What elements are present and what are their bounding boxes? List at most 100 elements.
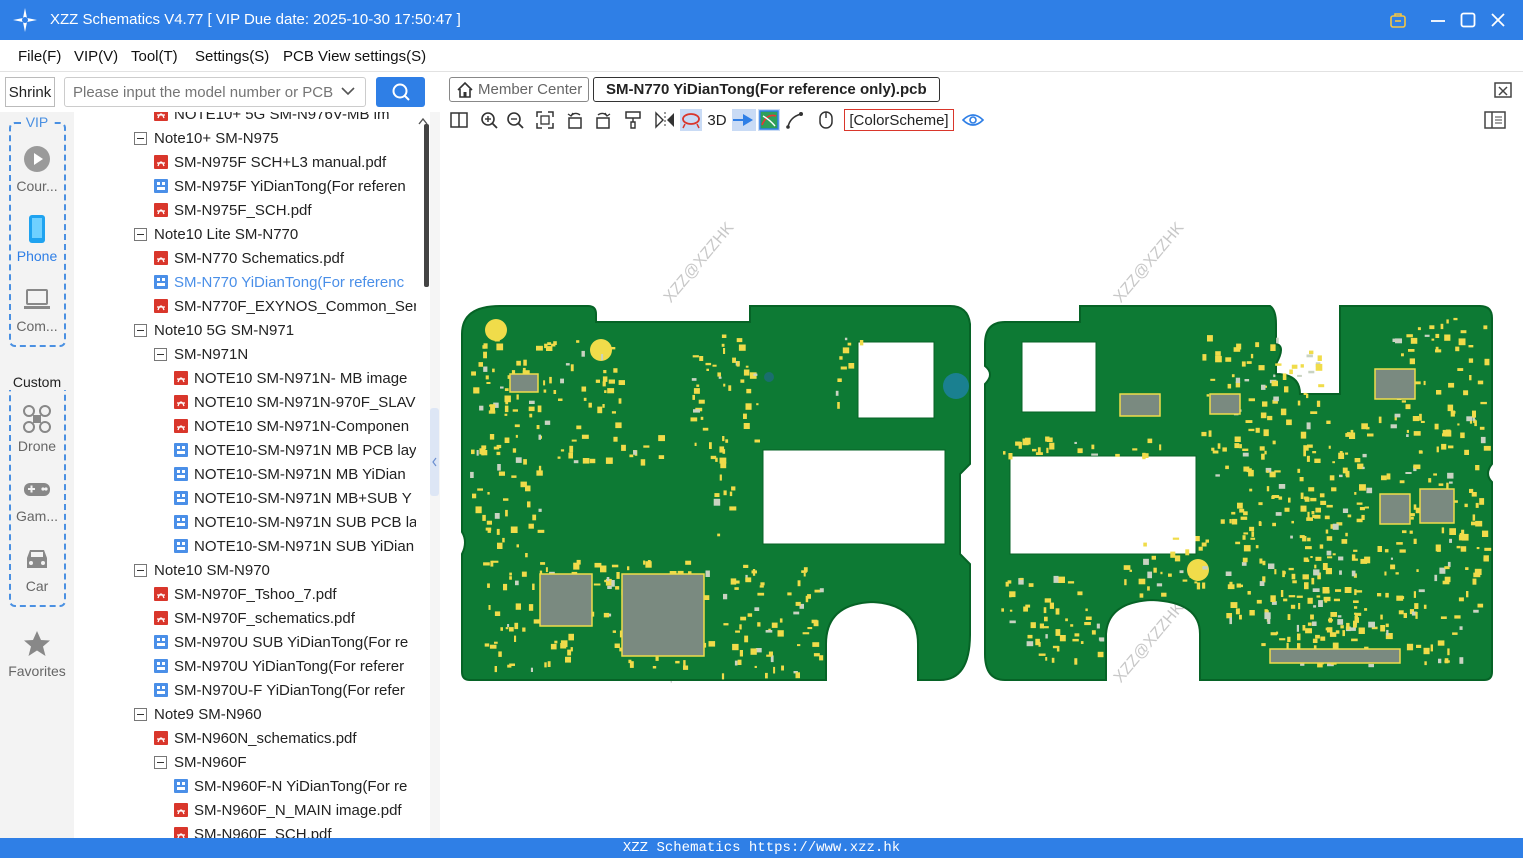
pcb-board-view[interactable] <box>440 134 1523 838</box>
tree-folder[interactable]: SM-N971N <box>154 342 248 366</box>
tree-file[interactable]: SM-N970F_Tshoo_7.pdf <box>154 582 337 606</box>
tree-file[interactable]: SM-N960N_schematics.pdf <box>154 726 357 750</box>
tree-folder[interactable]: Note10+ SM-N975 <box>134 126 279 150</box>
tree-file[interactable]: SM-N960F_N_MAIN image.pdf <box>174 798 402 822</box>
tree-file[interactable]: NOTE10 SM-N971N-Componen <box>174 414 409 438</box>
pad <box>1449 528 1456 535</box>
tab-member-center[interactable]: Member Center <box>449 77 590 102</box>
tree-folder[interactable]: Note9 SM-N960 <box>134 702 262 726</box>
pad <box>1354 492 1357 495</box>
zoom-out-button[interactable] <box>504 109 526 131</box>
tree-file[interactable]: SM-N970U YiDianTong(For referer <box>154 654 404 678</box>
tree-file[interactable]: SM-N975F YiDianTong(For referen <box>154 174 406 198</box>
chevron-down-icon[interactable] <box>340 83 356 99</box>
tab-active-file[interactable]: SM-N770 YiDianTong(For reference only).p… <box>593 77 940 102</box>
nav-game[interactable]: Gam... <box>0 474 74 524</box>
maximize-button[interactable] <box>1456 8 1480 32</box>
menu-tool[interactable]: Tool(T) <box>131 48 178 65</box>
tree-file[interactable]: NOTE10-SM-N971N SUB PCB la <box>174 510 416 534</box>
zoom-in-button[interactable] <box>478 109 500 131</box>
search-button[interactable] <box>376 77 425 107</box>
tree-file[interactable]: SM-N970U-F YiDianTong(For refer <box>154 678 405 702</box>
nav-phone[interactable]: Phone <box>0 214 74 264</box>
split-view-button[interactable] <box>448 109 470 131</box>
nav-favorites[interactable]: Favorites <box>0 629 74 679</box>
pad <box>571 439 577 442</box>
nav-drone[interactable]: Drone <box>0 404 74 454</box>
pad <box>536 345 543 351</box>
menu-pcb-view-settings[interactable]: PCB View settings(S) <box>283 48 426 65</box>
tree-folder[interactable]: Note10 5G SM-N971 <box>134 318 294 342</box>
menu-vip[interactable]: VIP(V) <box>74 48 118 65</box>
tree-folder[interactable]: Note10 SM-N970 <box>134 558 270 582</box>
rotate-left-button[interactable] <box>564 109 586 131</box>
minimize-button[interactable] <box>1426 8 1450 32</box>
nav-computer[interactable]: Com... <box>0 284 74 334</box>
mirror-button[interactable] <box>654 109 676 131</box>
close-all-tabs-button[interactable] <box>1492 79 1514 101</box>
vip-bag-icon[interactable] <box>1386 8 1410 32</box>
tree-file[interactable]: SM-N975F_SCH.pdf <box>154 198 312 222</box>
tree-file[interactable]: SM-N960F_SCH.pdf <box>174 822 332 838</box>
tree-scrollbar[interactable] <box>416 112 430 838</box>
pad <box>471 371 476 376</box>
tree-file[interactable]: NOTE10-SM-N971N SUB YiDian <box>174 534 414 558</box>
tree-file[interactable]: SM-N975F SCH+L3 manual.pdf <box>154 150 386 174</box>
3d-view-button[interactable]: 3D <box>704 109 730 131</box>
trace-view-button[interactable] <box>758 109 780 131</box>
arrow-select-icon <box>733 114 753 126</box>
format-brush-button[interactable] <box>622 109 644 131</box>
tree-file[interactable]: NOTE10-SM-N971N MB PCB lay <box>174 438 416 462</box>
pad <box>1435 333 1440 338</box>
highlight-net-button[interactable] <box>680 109 702 131</box>
tree-file[interactable]: NOTE10 SM-N971N-970F_SLAVI <box>174 390 416 414</box>
tree-file[interactable]: NOTE10-SM-N971N MB+SUB Y <box>174 486 412 510</box>
pcb-file-icon <box>174 515 188 529</box>
pad <box>1444 334 1451 341</box>
pad <box>738 344 746 351</box>
menu-file[interactable]: File(F) <box>18 48 61 65</box>
panel-collapse-strip[interactable] <box>430 112 440 838</box>
pad <box>1234 436 1241 442</box>
draw-line-button[interactable] <box>784 109 806 131</box>
pad <box>613 436 618 442</box>
tree-file[interactable]: SM-N770F_EXYNOS_Common_Serv <box>154 294 416 318</box>
color-scheme-button[interactable]: [ColorScheme] <box>844 109 954 131</box>
tree-folder[interactable]: Note10 Lite SM-N770 <box>134 222 298 246</box>
pad <box>627 566 630 571</box>
close-button[interactable] <box>1486 8 1510 32</box>
pad <box>1477 603 1484 608</box>
pad <box>1298 603 1301 610</box>
menu-settings[interactable]: Settings(S) <box>195 48 269 65</box>
pad <box>811 619 818 624</box>
tree-file[interactable]: SM-N960F-N YiDianTong(For re <box>174 774 407 798</box>
pcb-canvas[interactable]: XZZ@XZZHK XZZ@XZZHK XZZ@XZZHK XZZ@XZZHK <box>440 134 1523 838</box>
search-input[interactable] <box>64 77 366 107</box>
tree-file[interactable]: NOTE10+ 5G SM-N976V-MB im <box>154 112 389 126</box>
visibility-button[interactable] <box>962 109 984 131</box>
pad <box>1287 636 1291 642</box>
pad <box>1480 436 1486 444</box>
pad <box>819 588 824 593</box>
tree-file[interactable]: NOTE10 SM-N971N- MB image <box>174 366 407 390</box>
shrink-button[interactable]: Shrink <box>5 77 55 107</box>
rotate-right-button[interactable] <box>592 109 614 131</box>
arrow-select-button[interactable] <box>732 109 756 131</box>
nav-courses[interactable]: Cour... <box>0 144 74 194</box>
pad <box>734 660 738 666</box>
tree-file[interactable]: NOTE10-SM-N971N MB YiDian <box>174 462 406 486</box>
tree-file[interactable]: SM-N770 YiDianTong(For referenc <box>154 270 404 294</box>
mouse-mode-button[interactable] <box>815 109 837 131</box>
pad <box>1286 419 1292 426</box>
tree-file[interactable]: SM-N770 Schematics.pdf <box>154 246 344 270</box>
scroll-arrows-icon <box>418 117 429 287</box>
tree-folder[interactable]: SM-N960F <box>154 750 247 774</box>
side-panel-toggle-button[interactable] <box>1484 109 1506 131</box>
fit-view-button[interactable] <box>534 109 556 131</box>
pad <box>1452 632 1458 635</box>
pad <box>607 585 612 589</box>
tree-file[interactable]: SM-N970F_schematics.pdf <box>154 606 355 630</box>
pad <box>576 425 582 430</box>
tree-file[interactable]: SM-N970U SUB YiDianTong(For re <box>154 630 408 654</box>
nav-car[interactable]: Car <box>0 544 74 594</box>
